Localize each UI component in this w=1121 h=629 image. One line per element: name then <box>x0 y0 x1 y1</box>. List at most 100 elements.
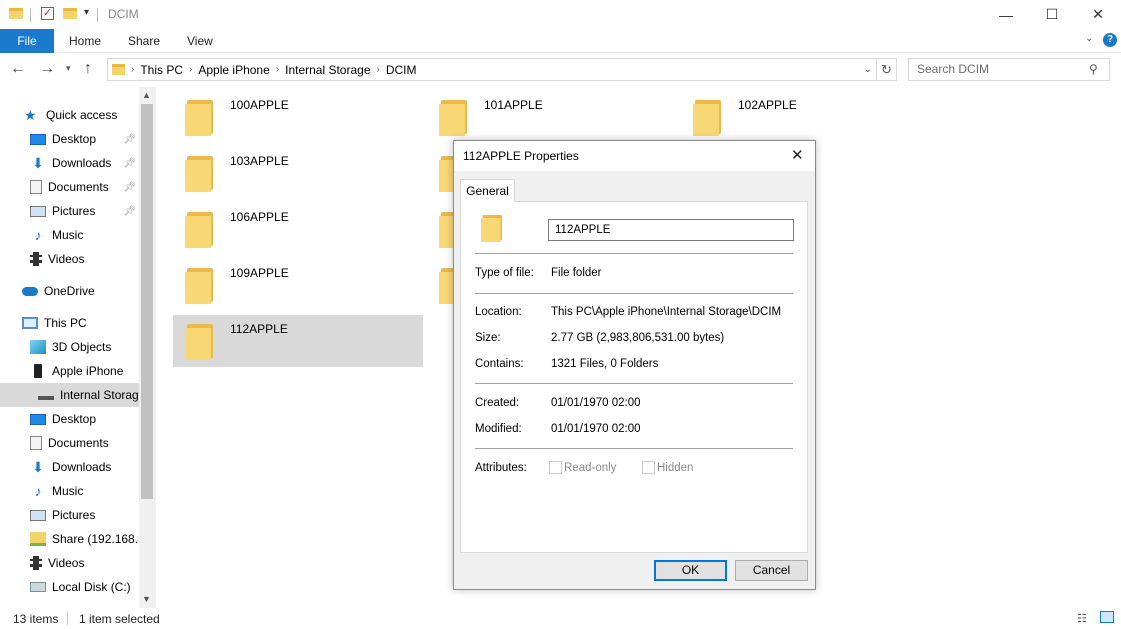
navigation-pane: ★ Quick access Desktop 📌︎ ⬇ Downloads 📌︎ Docu… <box>0 87 156 608</box>
videos-icon <box>30 252 42 266</box>
hidden-label: Hidden <box>657 462 694 474</box>
pin-icon[interactable]: 📌︎ <box>123 206 136 217</box>
hidden-checkbox[interactable] <box>642 461 655 474</box>
readonly-checkbox[interactable] <box>549 461 562 474</box>
nav-label: Downloads <box>52 460 112 474</box>
nav-onedrive[interactable]: OneDrive <box>0 279 140 303</box>
sidebar-item-music[interactable]: ♪ Music <box>0 479 140 503</box>
sidebar-item-share-192-168-1-[interactable]: Share (192.168.1. <box>0 527 140 551</box>
ribbon: File Home Share View ⌄ ? <box>0 29 1121 53</box>
network-share-icon <box>30 532 46 546</box>
pin-icon[interactable]: 📌︎ <box>123 182 136 193</box>
dialog-title-bar: 112APPLE Properties ✕ <box>454 141 815 171</box>
folder-item[interactable]: 106APPLE <box>173 203 423 255</box>
ok-button[interactable]: OK <box>654 560 727 581</box>
desktop-icon <box>30 413 46 425</box>
folder-item[interactable]: 112APPLE <box>173 315 423 367</box>
nav-label: Music <box>52 228 84 242</box>
address-dropdown-icon[interactable]: ⌄ <box>864 64 872 75</box>
sidebar-item-pictures[interactable]: Pictures <box>0 503 140 527</box>
location-value: This PC\Apple iPhone\Internal Storage\DC… <box>551 306 782 318</box>
sidebar-item-documents[interactable]: Documents 📌︎ <box>0 175 140 199</box>
sidebar-item-videos[interactable]: Videos <box>0 247 140 271</box>
breadcrumb-this-pc[interactable]: This PC <box>134 63 189 77</box>
contains-label: Contains: <box>475 358 524 370</box>
folder-item[interactable]: 103APPLE <box>173 147 423 199</box>
sidebar-item-pictures[interactable]: Pictures 📌︎ <box>0 199 140 223</box>
recent-locations-icon[interactable]: ▾ <box>66 63 71 74</box>
tab-general[interactable]: General <box>460 179 515 202</box>
sidebar-item-documents[interactable]: Documents <box>0 431 140 455</box>
properties-quick-icon[interactable]: ✓ <box>41 7 54 20</box>
videos-icon <box>30 556 42 570</box>
pictures-icon <box>30 509 46 521</box>
sidebar-item-desktop[interactable]: Desktop <box>0 407 140 431</box>
size-value: 2.77 GB (2,983,806,531.00 bytes) <box>551 332 725 344</box>
details-view-icon[interactable]: ☷ <box>1077 612 1087 625</box>
pin-icon[interactable]: 📌︎ <box>123 134 136 145</box>
nav-label: Videos <box>48 252 85 266</box>
nav-label: Internal Storag <box>60 388 139 402</box>
status-bar: 13 items 1 item selected ☷ <box>0 608 1121 629</box>
breadcrumb-apple-iphone[interactable]: Apple iPhone <box>192 63 275 77</box>
nav-this-pc[interactable]: This PC <box>0 311 140 335</box>
scroll-up-icon[interactable]: ▲ <box>142 90 151 100</box>
new-folder-quick-icon[interactable] <box>63 8 77 19</box>
forward-icon[interactable]: → <box>39 60 55 78</box>
sidebar-item-desktop[interactable]: Desktop 📌︎ <box>0 127 140 151</box>
sidebar-item-videos[interactable]: Videos <box>0 551 140 575</box>
back-icon[interactable]: ← <box>10 60 26 78</box>
tab-view[interactable]: View <box>187 29 213 53</box>
sidebar-item-internal-storag[interactable]: Internal Storag <box>0 383 140 407</box>
tab-file[interactable]: File <box>0 29 54 53</box>
refresh-icon[interactable]: ↻ <box>877 58 897 81</box>
sidebar-item-3d-objects[interactable]: 3D Objects <box>0 335 140 359</box>
address-bar[interactable]: › This PC › Apple iPhone › Internal Stor… <box>107 58 877 81</box>
folder-item[interactable]: 102APPLE <box>681 91 931 143</box>
folder-icon <box>185 324 213 360</box>
tab-share[interactable]: Share <box>128 29 160 53</box>
nav-scrollbar-thumb[interactable] <box>141 104 153 499</box>
folder-item[interactable]: 100APPLE <box>173 91 423 143</box>
sidebar-item-music[interactable]: ♪ Music <box>0 223 140 247</box>
folder-icon <box>439 100 467 136</box>
music-icon: ♪ <box>34 483 42 499</box>
breadcrumb-dcim[interactable]: DCIM <box>380 63 423 77</box>
nav-label: Music <box>52 484 84 498</box>
folder-item[interactable]: 101APPLE <box>427 91 677 143</box>
separator <box>67 612 68 625</box>
dialog-close-icon[interactable]: ✕ <box>791 146 804 164</box>
cancel-button[interactable]: Cancel <box>735 560 808 581</box>
folder-icon <box>112 64 125 75</box>
search-input[interactable]: Search DCIM <box>908 58 1110 81</box>
properties-dialog: 112APPLE Properties ✕ General 112APPLE T… <box>453 140 816 590</box>
folder-name-field[interactable]: 112APPLE <box>548 219 794 241</box>
maximize-button[interactable]: ☐ <box>1029 0 1075 29</box>
pin-icon[interactable]: 📌︎ <box>123 158 136 169</box>
large-icons-view-icon[interactable] <box>1100 611 1114 623</box>
type-value: File folder <box>551 267 602 279</box>
expand-ribbon-icon[interactable]: ⌄ <box>1085 33 1093 44</box>
sidebar-item-local-disk-c-[interactable]: Local Disk (C:) <box>0 575 140 599</box>
breadcrumb-internal-storage[interactable]: Internal Storage <box>279 63 376 77</box>
folder-name: 103APPLE <box>230 154 289 168</box>
quick-access-dropdown-icon[interactable]: ▾ <box>84 7 89 18</box>
nav-label: Documents <box>48 436 109 450</box>
help-icon[interactable]: ? <box>1103 33 1117 47</box>
close-button[interactable]: ✕ <box>1075 0 1121 29</box>
folder-name: 102APPLE <box>738 98 797 112</box>
minimize-button[interactable]: — <box>983 0 1029 29</box>
sidebar-item-apple-iphone[interactable]: Apple iPhone <box>0 359 140 383</box>
up-icon[interactable]: ↑ <box>84 60 92 78</box>
sidebar-item-downloads[interactable]: ⬇ Downloads <box>0 455 140 479</box>
separator <box>97 8 98 22</box>
documents-icon <box>30 436 42 450</box>
nav-quick-access[interactable]: ★ Quick access <box>0 103 140 127</box>
sidebar-item-downloads[interactable]: ⬇ Downloads 📌︎ <box>0 151 140 175</box>
folder-icon <box>185 268 213 304</box>
desktop-icon <box>30 133 46 145</box>
dialog-title: 112APPLE Properties <box>463 149 579 163</box>
scroll-down-icon[interactable]: ▼ <box>142 594 151 604</box>
folder-item[interactable]: 109APPLE <box>173 259 423 311</box>
tab-home[interactable]: Home <box>69 29 101 53</box>
